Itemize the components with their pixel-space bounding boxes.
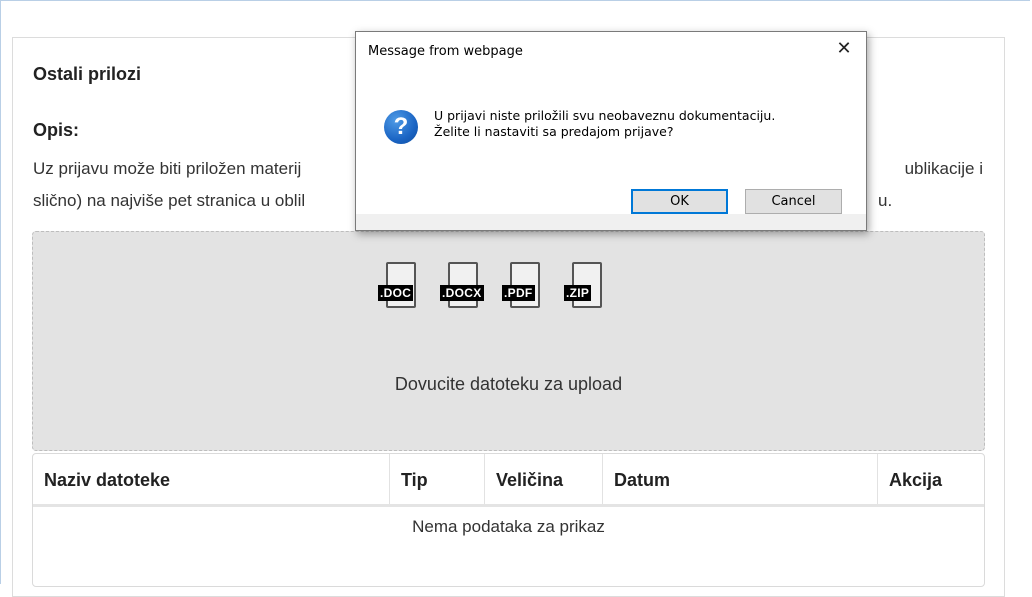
column-header-action[interactable]: Akcija: [878, 454, 984, 504]
column-header-name[interactable]: Naziv datoteke: [33, 454, 390, 504]
docx-type-label: .DOCX: [440, 285, 484, 301]
column-header-size[interactable]: Veličina: [485, 454, 603, 504]
description-right-1: ublikacije i: [904, 159, 983, 178]
close-icon[interactable]: ✕: [832, 37, 856, 61]
dialog-message-line-2: Želite li nastaviti sa predajom prijave?: [434, 124, 674, 139]
files-grid: Naziv datoteke Tip Veličina Datum Akcija…: [32, 453, 985, 587]
description-label: Opis:: [33, 120, 80, 140]
dialog-message: U prijavi niste priložili svu neobaveznu…: [434, 108, 775, 140]
docx-file-icon: .DOCX: [440, 262, 484, 310]
dialog-message-line-1: U prijavi niste priložili svu neobaveznu…: [434, 108, 776, 123]
column-header-date[interactable]: Datum: [603, 454, 878, 504]
grid-header: Naziv datoteke Tip Veličina Datum Akcija: [33, 454, 984, 507]
dropzone-text: Dovucite datoteku za upload: [394, 374, 623, 394]
dialog-title: Message from webpage: [368, 44, 523, 59]
doc-type-label: .DOC: [378, 285, 414, 301]
pdf-file-icon: .PDF: [502, 262, 540, 310]
question-icon: ?: [384, 110, 418, 144]
description-right-2: u.: [878, 191, 893, 210]
zip-type-label: .ZIP: [564, 285, 592, 301]
message-dialog: Message from webpage ✕ ? U prijavi niste…: [355, 31, 867, 231]
grid-empty-message: Nema podataka za prikaz: [412, 517, 605, 536]
zip-file-icon: .ZIP: [564, 262, 602, 310]
column-header-type[interactable]: Tip: [390, 454, 485, 504]
cancel-button[interactable]: Cancel: [745, 189, 842, 214]
section-title: Ostali prilozi: [33, 64, 142, 84]
file-dropzone[interactable]: .DOC .DOCX .PDF .ZIP Dovucite datoteku z…: [32, 231, 985, 451]
pdf-type-label: .PDF: [502, 285, 535, 301]
doc-file-icon: .DOC: [378, 262, 416, 310]
ok-button[interactable]: OK: [631, 189, 728, 214]
dialog-footer: [356, 214, 866, 230]
